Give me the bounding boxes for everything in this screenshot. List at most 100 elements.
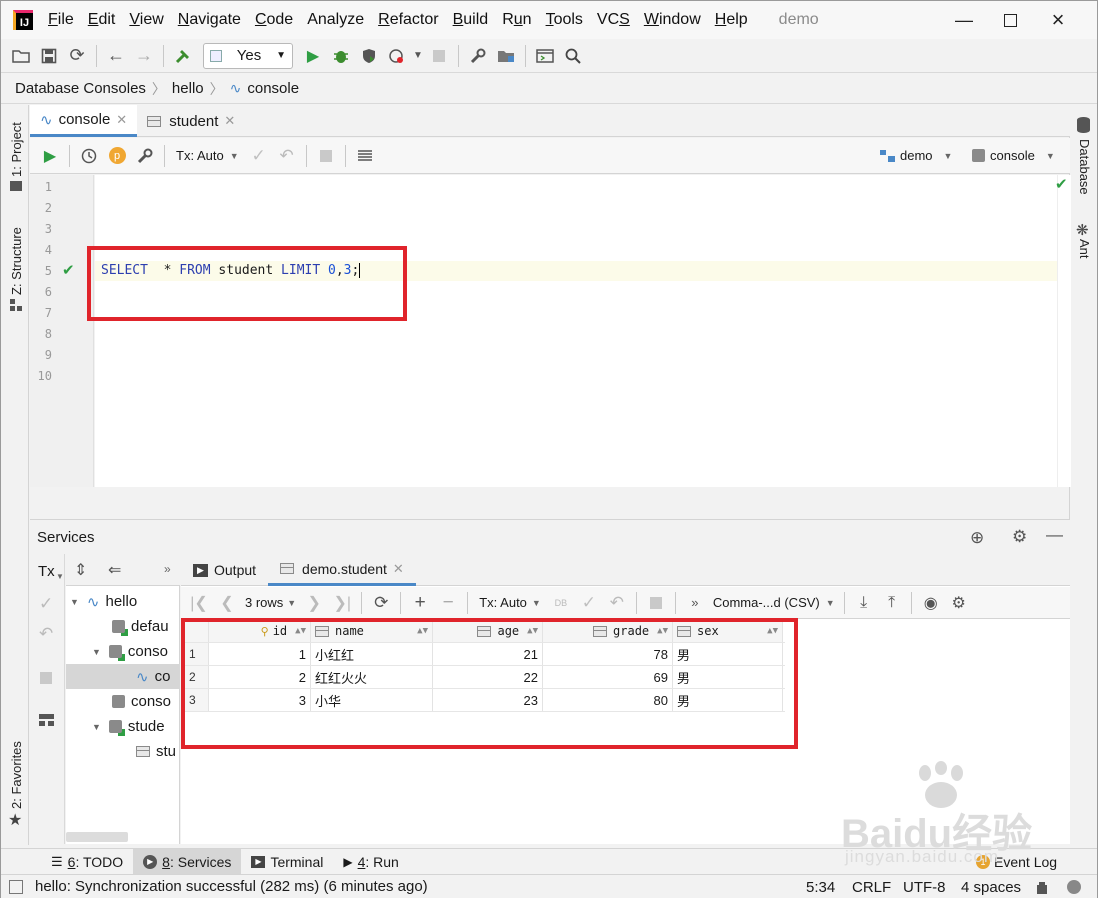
run-configuration-select[interactable]: Yes ▼	[203, 42, 293, 69]
datasource-select[interactable]: demo ▼	[880, 148, 952, 163]
inspector-avatar-icon[interactable]	[1067, 875, 1081, 898]
target-icon[interactable]: ⊕	[970, 528, 984, 548]
tree-node-student-session[interactable]: ▼ stude	[66, 714, 180, 739]
tool-tab-database[interactable]: Database	[1077, 139, 1092, 195]
tool-tab-ant[interactable]: Ant	[1077, 239, 1092, 259]
tool-tab-services[interactable]: ▶ 8: Services	[133, 848, 242, 875]
export-format-select[interactable]: Comma-...d (CSV) ▼	[709, 595, 839, 610]
tx-mode-select[interactable]: Tx: Auto ▼	[170, 148, 245, 163]
grid-settings-button[interactable]: ⚙	[945, 589, 973, 617]
next-page-button[interactable]: ❯	[300, 589, 328, 617]
import-button[interactable]: ⤒	[878, 589, 906, 617]
grid-tx-mode-select[interactable]: Tx: Auto ▼	[473, 595, 547, 610]
tool-tab-structure[interactable]: Z: Structure	[9, 227, 24, 295]
line-separator[interactable]: CRLF	[852, 875, 891, 898]
breadcrumb-item-console[interactable]: console	[247, 80, 299, 97]
editor-scrollbar[interactable]: ✔	[1055, 175, 1071, 487]
menu-code[interactable]: Code	[248, 1, 300, 39]
toggle-tool-windows-icon[interactable]	[9, 880, 23, 894]
menu-tools[interactable]: Tools	[539, 1, 590, 39]
tx-mode-button[interactable]: Tx	[38, 563, 55, 580]
last-page-button[interactable]: ❯|	[328, 589, 356, 617]
tool-tab-todo[interactable]: ☰ 6: TODO	[41, 849, 133, 875]
tree-node-default-session[interactable]: defau	[66, 614, 180, 639]
save-all-button[interactable]	[35, 42, 63, 70]
breadcrumb-item-hello[interactable]: hello	[172, 80, 204, 97]
menu-window[interactable]: Window	[637, 1, 708, 39]
close-tab-icon[interactable]: ✕	[116, 112, 127, 128]
run-button[interactable]: ▶	[299, 42, 327, 70]
tool-tab-terminal[interactable]: ▶ Terminal	[241, 849, 333, 875]
menu-file[interactable]: File	[41, 1, 81, 39]
file-encoding[interactable]: UTF-8	[903, 875, 946, 898]
execute-button[interactable]: ▶	[36, 142, 64, 170]
menu-refactor[interactable]: Refactor	[371, 1, 445, 39]
minimize-button[interactable]: —	[941, 1, 987, 39]
rollback-button[interactable]: ↶	[273, 142, 301, 170]
sql-editor[interactable]: SELECT * FROM student LIMIT 0,3;	[95, 175, 1057, 487]
show-console-button[interactable]	[531, 42, 559, 70]
synchronize-button[interactable]: ⟳	[63, 42, 91, 70]
profile-button[interactable]	[383, 42, 411, 70]
menu-help[interactable]: Help	[708, 1, 755, 39]
view-options-button[interactable]: ◉	[917, 589, 945, 617]
forward-button[interactable]: →	[130, 42, 158, 70]
lock-icon[interactable]	[1037, 875, 1047, 898]
coverage-button[interactable]	[355, 42, 383, 70]
commit-icon[interactable]: ✓	[39, 594, 53, 614]
tab-console[interactable]: ∿ console ✕	[30, 105, 138, 137]
reload-button[interactable]: ⟳	[367, 589, 395, 617]
export-button[interactable]: ⤓	[850, 589, 878, 617]
first-page-button[interactable]: |❮	[185, 589, 213, 617]
close-tab-icon[interactable]: ✕	[393, 561, 404, 577]
view-output-button[interactable]	[351, 142, 379, 170]
collapse-all-icon[interactable]: ⇐	[108, 560, 121, 580]
rollback-icon[interactable]: ↶	[39, 624, 53, 644]
menu-navigate[interactable]: Navigate	[171, 1, 248, 39]
close-tab-icon[interactable]: ✕	[224, 113, 235, 129]
session-select[interactable]: console ▼	[972, 148, 1055, 163]
minimize-panel-icon[interactable]: —	[1046, 525, 1063, 545]
gear-icon[interactable]: ⚙	[1012, 527, 1027, 547]
caret-position[interactable]: 5:34	[806, 875, 835, 898]
project-structure-button[interactable]	[492, 42, 520, 70]
indent-setting[interactable]: 4 spaces	[961, 875, 1021, 898]
close-window-button[interactable]: ×	[1035, 1, 1081, 39]
tab-student[interactable]: student ✕	[137, 105, 245, 137]
tool-tab-run[interactable]: ▶ 4: Run	[333, 849, 409, 875]
cancel-button[interactable]	[642, 589, 670, 617]
maximize-button[interactable]	[987, 1, 1033, 39]
previous-page-button[interactable]: ❮	[213, 589, 241, 617]
commit-button[interactable]: ✓	[245, 142, 273, 170]
expand-all-icon[interactable]: ⇕	[74, 560, 87, 580]
add-row-button[interactable]: +	[406, 589, 434, 617]
tree-node-hello[interactable]: ▼ ∿ hello	[66, 589, 180, 614]
rollback-button[interactable]: ↶	[603, 589, 631, 617]
breadcrumb-item-database-consoles[interactable]: Database Consoles	[15, 80, 146, 97]
tree-node-student-table[interactable]: stu	[66, 739, 180, 764]
tab-demo-student[interactable]: demo.student ✕	[268, 554, 416, 586]
debug-button[interactable]	[327, 42, 355, 70]
menu-vcs[interactable]: VCS	[590, 1, 637, 39]
delete-row-button[interactable]: −	[434, 589, 462, 617]
event-log-button[interactable]: 1 Event Log	[976, 849, 1057, 875]
menu-analyze[interactable]: Analyze	[300, 1, 371, 39]
tab-output[interactable]: ▶ Output	[181, 554, 268, 586]
console-settings-button[interactable]	[131, 142, 159, 170]
parameters-button[interactable]: p	[103, 142, 131, 170]
open-folder-button[interactable]	[7, 42, 35, 70]
search-everywhere-button[interactable]	[559, 42, 587, 70]
more-actions-button[interactable]: »	[681, 589, 709, 617]
tree-horizontal-scrollbar[interactable]	[66, 832, 128, 842]
settings-button[interactable]	[464, 42, 492, 70]
submit-button[interactable]: DB	[547, 589, 575, 617]
commit-button[interactable]: ✓	[575, 589, 603, 617]
double-chevron-right-icon[interactable]: »	[164, 562, 171, 576]
tool-tab-favorites[interactable]: 2: Favorites	[9, 741, 24, 809]
tree-node-console-2[interactable]: conso	[66, 689, 180, 714]
menu-run[interactable]: Run	[495, 1, 538, 39]
menu-build[interactable]: Build	[446, 1, 496, 39]
history-button[interactable]	[75, 142, 103, 170]
tree-node-console-file[interactable]: ∿ co	[66, 664, 180, 689]
stop-button[interactable]	[425, 42, 453, 70]
